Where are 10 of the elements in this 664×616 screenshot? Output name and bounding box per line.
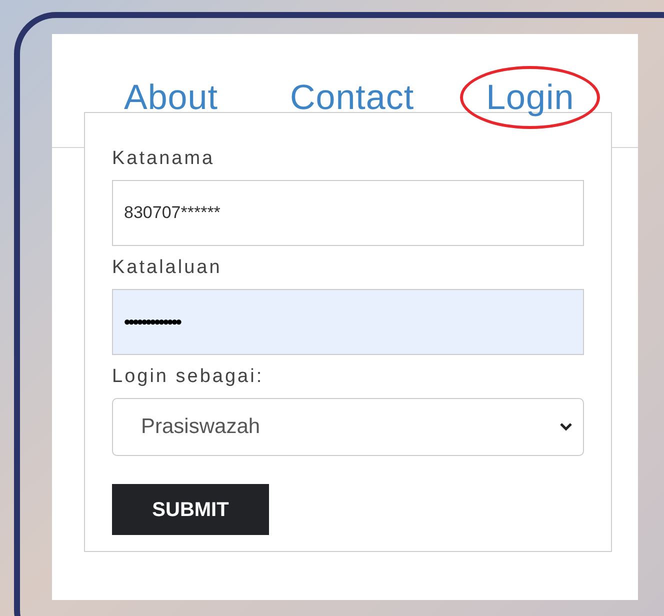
field-label: Katalaluan (112, 256, 223, 280)
field-label: Katanama (112, 147, 216, 171)
submit-button[interactable]: SUBMIT (112, 484, 269, 535)
nav-link[interactable]: About (98, 66, 244, 129)
field-label: Login sebagai: (112, 365, 265, 389)
password-field[interactable]: ••••••••••••• (112, 289, 584, 355)
chevron-down-icon (559, 422, 573, 432)
username-field[interactable]: 830707****** (112, 180, 584, 246)
role-select[interactable]: Prasiswazah (112, 398, 584, 456)
nav-link[interactable]: Contact (264, 66, 440, 129)
